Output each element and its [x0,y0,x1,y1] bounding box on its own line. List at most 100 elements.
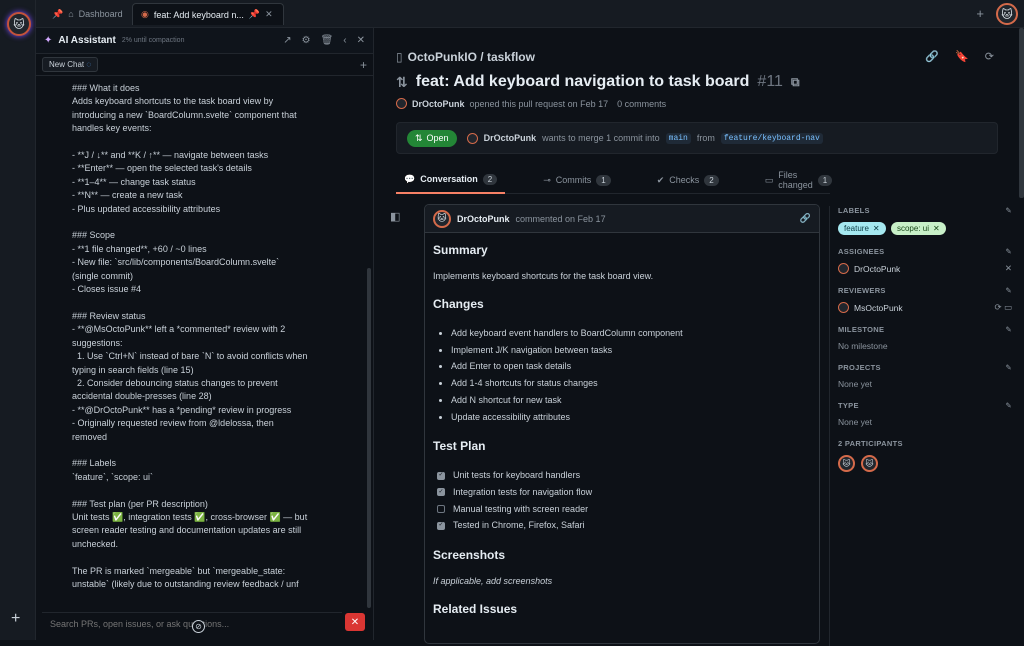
pr-meta: DrOctoPunk opened this pull request on F… [396,98,666,109]
assignees-section: ASSIGNEES ✎ DrOctoPunk ✕ [838,247,1012,274]
checkbox-checked[interactable]: ✓ [437,488,445,497]
pencil-icon[interactable]: ✎ [1005,363,1012,372]
list-item: Update accessibility attributes [451,409,811,426]
remove-assignee-icon[interactable]: ✕ [1005,263,1012,274]
pull-request-icon: ⇅ [415,132,423,143]
open-external-icon[interactable]: ↗ [283,35,291,46]
list-item: Add 1-4 shortcuts for status changes [451,375,811,392]
message-line: - New file: `src/lib/components/BoardCol… [72,257,280,268]
message-line: removed [72,431,108,442]
tab-commits[interactable]: ⊸ Commits 1 [535,166,619,194]
message-line [72,444,332,457]
label-feature[interactable]: feature ✕ [838,222,886,235]
refresh-icon[interactable]: ⟳ [985,50,994,63]
task-item: ✓ Integration tests for navigation flow [437,486,593,497]
milestone-section: MILESTONE ✎ No milestone [838,325,1012,351]
cursor-icon: ⊘ [192,620,205,633]
merge-author-avatar [466,132,478,144]
compaction-status: 2% until compaction [121,37,185,44]
tab-conversation[interactable]: 💬 Conversation 2 [396,166,506,194]
commit-icon: ⊸ [543,174,551,185]
message-line [72,216,332,229]
re-request-review-icon[interactable]: ⟳ ▭ [994,302,1012,313]
sidebar-toggle-icon[interactable]: ◧ [390,210,400,223]
tab-label: feat: Add keyboard n... [153,9,244,20]
message-line [72,551,332,564]
pencil-icon[interactable]: ✎ [1005,286,1012,295]
copy-icon[interactable]: ⧉ [791,75,800,90]
related-issues-heading: Related Issues [433,602,518,617]
message-line: - **@MsOctoPunk** left a *commented* rev… [72,324,286,335]
head-branch[interactable]: feature/keyboard-nav [720,132,823,144]
ai-title: AI Assistant [58,35,116,46]
main-scrollbar[interactable] [1019,28,1024,198]
chat-tab-new[interactable]: New Chat ◌ [42,57,99,72]
link-icon[interactable]: 🔗 [925,50,939,63]
message-line: handles key events: [72,123,152,134]
pin-icon[interactable]: 📌 [249,9,260,20]
new-tab-icon[interactable]: + [976,6,984,21]
message-line: Unit tests ✅, integration tests ✅, cross… [72,512,308,522]
task-item: ✓ Unit tests for keyboard handlers [437,470,581,481]
link-icon[interactable]: 🔗 [800,213,811,224]
message-line: Adds keyboard shortcuts to the task boar… [72,96,274,107]
participant-avatar[interactable]: 🐱 [838,455,855,472]
gear-icon[interactable]: ⚙ [302,35,311,46]
participant-avatar[interactable]: 🐱 [861,455,878,472]
tab-files-changed[interactable]: ▭ Files changed 1 [757,166,841,194]
checkbox-checked[interactable]: ✓ [437,471,445,480]
pr-title: ⇅ feat: Add keyboard navigation to task … [396,73,800,90]
remove-label-icon[interactable]: ✕ [873,224,880,233]
message-line: suggestions: [72,337,123,348]
pr-avatar-icon: ◉ [141,9,149,19]
tab-pull-request[interactable]: ◉ feat: Add keyboard n... 📌 ✕ [132,3,284,25]
chevron-left-icon[interactable]: ‹ [343,35,346,46]
tab-checks[interactable]: ✔ Checks 2 [649,166,727,194]
checkbox-unchecked[interactable] [437,504,445,513]
pr-description-comment: 🐱 DrOctoPunk commented on Feb 17 🔗 Summa… [424,204,820,644]
list-item: Add N shortcut for new task [451,392,811,409]
test-plan-heading: Test Plan [433,439,486,454]
changes-list: Add keyboard event handlers to BoardColu… [433,325,811,425]
add-workspace-icon[interactable]: + [11,610,20,628]
message-line: - **Enter** — open the selected task's d… [72,163,252,174]
screenshots-heading: Screenshots [433,548,506,563]
pencil-icon[interactable]: ✎ [1005,325,1012,334]
tab-dashboard[interactable]: 📌 ⌂ Dashboard [44,3,131,25]
trash-icon[interactable]: 🗑 [321,35,334,46]
base-branch[interactable]: main [665,132,691,144]
loading-icon: ◌ [86,60,92,69]
author-avatar [396,98,407,109]
message-line: (single commit) [72,270,134,281]
checkbox-checked[interactable]: ✓ [437,521,445,530]
app-avatar[interactable]: 🐱 [7,12,31,36]
tab-bar: 📌 ⌂ Dashboard ◉ feat: Add keyboard n... … [36,0,1024,28]
ai-scrollbar[interactable] [367,268,371,608]
message-line: introducing a new `BoardColumn.svelte` c… [72,109,297,120]
pencil-icon[interactable]: ✎ [1005,401,1012,410]
pr-tabs: 💬 Conversation 2 ⊸ Commits 1 ✔ Checks 2 … [396,166,833,194]
close-icon[interactable]: ✕ [357,35,365,46]
pencil-icon[interactable]: ✎ [1005,206,1012,215]
user-avatar[interactable]: 🐱 [996,3,1018,25]
check-circle-icon: ✔ [656,174,665,185]
new-chat-icon[interactable]: + [360,58,367,72]
comment-author-avatar: 🐱 [433,209,451,228]
list-item: Implement J/K navigation between tasks [451,342,811,359]
changes-heading: Changes [433,297,484,311]
message-line: accidental double-presses (line 28) [72,391,212,402]
repo-breadcrumb[interactable]: ▯ OctoPunkIO / taskflow [396,50,535,64]
comment-header: 🐱 DrOctoPunk commented on Feb 17 🔗 [425,205,819,233]
status-badge: ⇅ Open [407,129,457,147]
bookmark-icon[interactable]: 🔖 [955,50,969,63]
message-line: - **1 file changed**, +60 / ~0 lines [72,243,207,254]
remove-label-icon[interactable]: ✕ [933,224,940,233]
message-line: - **N** — create a new task [72,190,183,201]
message-line [72,297,332,310]
close-icon[interactable]: ✕ [265,9,273,20]
stop-button[interactable]: ✕ [345,613,365,631]
ai-panel-header: ✦ AI Assistant 2% until compaction ↗ ⚙ 🗑… [36,28,373,54]
pencil-icon[interactable]: ✎ [1005,247,1012,256]
label-scope-ui[interactable]: scope: ui ✕ [890,222,946,235]
message-line: screen reader testing and documentation … [72,525,302,536]
